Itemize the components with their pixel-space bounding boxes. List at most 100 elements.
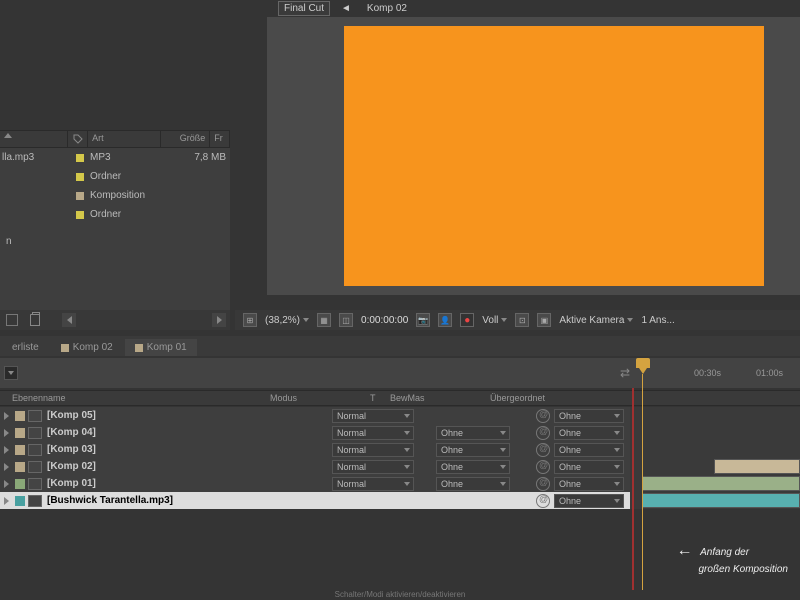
- track-lane[interactable]: [630, 424, 800, 441]
- parent-select[interactable]: Ohne: [554, 443, 624, 457]
- pickwhip-icon[interactable]: [536, 409, 550, 423]
- mask-icon[interactable]: ◫: [339, 313, 353, 327]
- zoom-select[interactable]: (38,2%): [265, 315, 309, 326]
- chevron-down-icon: [8, 371, 14, 375]
- layer-color-swatch[interactable]: [15, 411, 25, 421]
- trash-icon[interactable]: [30, 314, 40, 326]
- layer-row[interactable]: [Komp 05]Normal Ohne: [0, 407, 630, 424]
- project-row[interactable]: n: [0, 232, 230, 251]
- channel-icon[interactable]: ●: [460, 313, 474, 327]
- modus-select[interactable]: Normal: [332, 443, 414, 457]
- bewmas-select[interactable]: Ohne: [436, 460, 510, 474]
- size-column[interactable]: Größe: [161, 131, 210, 147]
- project-row[interactable]: lla.mp3 MP3 7,8 MB: [0, 148, 230, 167]
- parent-select[interactable]: Ohne: [554, 426, 624, 440]
- playhead[interactable]: [636, 358, 650, 376]
- preview-canvas[interactable]: [344, 26, 764, 286]
- layer-row[interactable]: [Bushwick Tarantella.mp3]Ohne: [0, 492, 630, 509]
- work-area-start[interactable]: [632, 388, 634, 590]
- modus-select[interactable]: Normal: [332, 409, 414, 423]
- fr-column[interactable]: Fr: [210, 131, 230, 147]
- bewmas-select[interactable]: Ohne: [436, 426, 510, 440]
- project-row[interactable]: Ordner: [0, 167, 230, 186]
- bewmas-select[interactable]: Ohne: [436, 477, 510, 491]
- twirl-icon[interactable]: [0, 480, 12, 488]
- camera-select[interactable]: Aktive Kamera: [559, 315, 633, 326]
- arrow-left-icon: [67, 316, 72, 324]
- layer-row[interactable]: [Komp 02]NormalOhneOhne: [0, 458, 630, 475]
- layer-bar[interactable]: [642, 476, 800, 491]
- layer-color-swatch[interactable]: [15, 479, 25, 489]
- scroll-left-button[interactable]: [62, 313, 76, 327]
- modus-select[interactable]: Normal: [332, 460, 414, 474]
- col-modus[interactable]: Modus: [270, 393, 370, 403]
- time-ruler[interactable]: 00:30s 01:00s: [630, 358, 800, 388]
- layers-header: Ebenenname Modus T BewMas Übergeordnet: [0, 390, 630, 406]
- layer-bar[interactable]: [642, 493, 800, 508]
- layer-color-swatch[interactable]: [15, 462, 25, 472]
- modus-select[interactable]: Normal: [332, 426, 414, 440]
- pickwhip-icon[interactable]: [536, 443, 550, 457]
- bewmas-select[interactable]: Ohne: [436, 443, 510, 457]
- modus-select[interactable]: Normal: [332, 477, 414, 491]
- tag-swatch: [76, 173, 84, 181]
- layer-color-swatch[interactable]: [15, 445, 25, 455]
- sort-indicator[interactable]: [0, 131, 68, 147]
- pickwhip-icon[interactable]: [536, 426, 550, 440]
- parent-select[interactable]: Ohne: [554, 460, 624, 474]
- bin-icon[interactable]: [6, 314, 18, 326]
- parent-select[interactable]: Ohne: [554, 477, 624, 491]
- snapshot-icon[interactable]: 👤: [438, 313, 452, 327]
- col-ubergeordnet[interactable]: Übergeordnet: [490, 393, 610, 403]
- pickwhip-icon[interactable]: [536, 477, 550, 491]
- track-lane[interactable]: [630, 475, 800, 492]
- col-ebenenname[interactable]: Ebenenname: [0, 393, 270, 403]
- audio-icon: [28, 495, 42, 507]
- twirl-icon[interactable]: [0, 497, 12, 505]
- camera-icon[interactable]: 📷: [416, 313, 430, 327]
- parent-select[interactable]: Ohne: [554, 409, 624, 423]
- project-row[interactable]: Komposition: [0, 186, 230, 205]
- tab-komp01[interactable]: Komp 01: [125, 339, 197, 356]
- track-lane[interactable]: [630, 458, 800, 475]
- twirl-icon[interactable]: [0, 446, 12, 454]
- twirl-icon[interactable]: [0, 429, 12, 437]
- chevron-down-icon: [627, 318, 633, 322]
- timecode-field[interactable]: [4, 366, 18, 380]
- project-row[interactable]: Ordner: [0, 205, 230, 224]
- toggle-switches-label[interactable]: Schalter/Modi aktivieren/deaktivieren: [300, 590, 500, 600]
- track-lane[interactable]: [630, 492, 800, 509]
- transparency-icon[interactable]: ⊡: [515, 313, 529, 327]
- view-select[interactable]: Voll: [482, 315, 507, 326]
- tab-komp02[interactable]: Komp 02: [51, 339, 123, 356]
- parent-select[interactable]: Ohne: [554, 494, 624, 508]
- breadcrumb-item[interactable]: Final Cut: [278, 1, 330, 16]
- layer-row[interactable]: [Komp 01]Normal Ohne Ohne: [0, 475, 630, 492]
- twirl-icon[interactable]: [0, 412, 12, 420]
- breadcrumb-item[interactable]: Komp 02: [362, 2, 412, 15]
- layer-color-swatch[interactable]: [15, 428, 25, 438]
- col-bewmas[interactable]: BewMas: [390, 393, 490, 403]
- layer-bar[interactable]: [714, 459, 800, 474]
- timecode-display[interactable]: 0:00:00:00: [361, 315, 408, 326]
- tab-renderlist[interactable]: erliste: [2, 339, 49, 356]
- art-column[interactable]: Art: [88, 131, 161, 147]
- views-select[interactable]: 1 Ans...: [641, 315, 674, 326]
- layers-track-header: [630, 390, 800, 406]
- pickwhip-icon[interactable]: [536, 460, 550, 474]
- layer-row[interactable]: [Komp 04]NormalOhneOhne: [0, 424, 630, 441]
- layer-name: [Komp 01]: [45, 478, 332, 489]
- track-lane[interactable]: [630, 441, 800, 458]
- resolution-icon[interactable]: ▦: [317, 313, 331, 327]
- track-lane[interactable]: [630, 407, 800, 424]
- layer-name: [Komp 05]: [45, 410, 332, 421]
- layer-color-swatch[interactable]: [15, 496, 25, 506]
- twirl-icon[interactable]: [0, 463, 12, 471]
- tag-column[interactable]: [68, 131, 88, 147]
- pickwhip-icon[interactable]: [536, 494, 550, 508]
- grid-icon[interactable]: ⊞: [243, 313, 257, 327]
- region-icon[interactable]: ▣: [537, 313, 551, 327]
- layer-row[interactable]: [Komp 03]NormalOhneOhne: [0, 441, 630, 458]
- scroll-right-button[interactable]: [212, 313, 226, 327]
- col-t[interactable]: T: [370, 393, 390, 403]
